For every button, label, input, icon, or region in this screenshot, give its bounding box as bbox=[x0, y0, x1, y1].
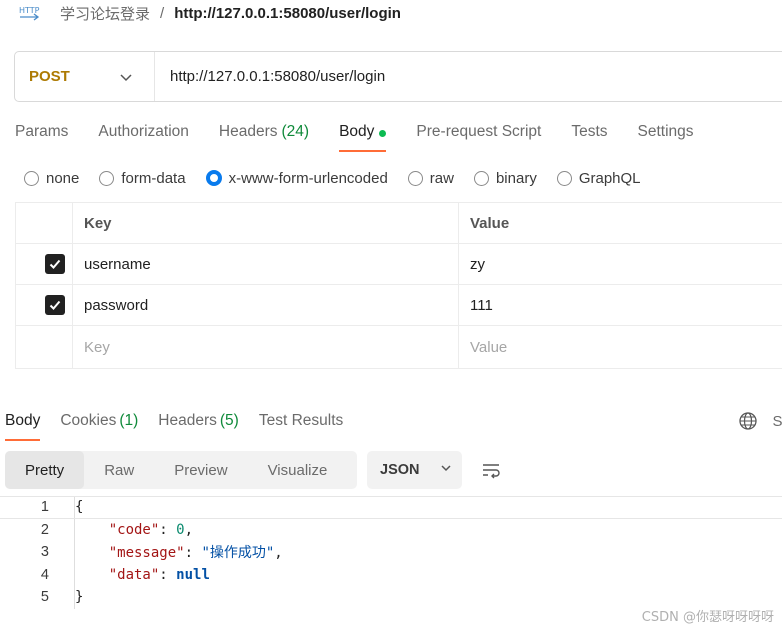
tab-tests[interactable]: Tests bbox=[571, 118, 607, 152]
table-row: password 111 bbox=[16, 285, 782, 326]
url-input[interactable]: http://127.0.0.1:58080/user/login bbox=[155, 68, 385, 85]
wrap-lines-icon[interactable] bbox=[480, 459, 502, 481]
format-label: JSON bbox=[380, 462, 420, 478]
tab-body[interactable]: Body bbox=[339, 118, 387, 152]
radio-graphql[interactable]: GraphQL bbox=[556, 170, 641, 187]
radio-form-data[interactable]: form-data bbox=[99, 170, 186, 187]
response-tabs: Body Cookies (1) Headers (5) Test Results … bbox=[5, 401, 782, 441]
code-line: 3 "message": "操作成功", bbox=[0, 541, 782, 564]
code-line: 1 { bbox=[0, 496, 782, 519]
radio-selected-icon bbox=[205, 170, 222, 186]
radio-binary[interactable]: binary bbox=[473, 170, 537, 187]
radio-circle-icon bbox=[473, 170, 489, 186]
form-params-table: Key Value username zy password 111 Key V… bbox=[15, 202, 782, 369]
param-key-cell[interactable]: username bbox=[73, 244, 459, 284]
tab-test-results[interactable]: Test Results bbox=[259, 401, 343, 441]
line-number: 4 bbox=[40, 566, 49, 583]
table-row-new: Key Value bbox=[16, 326, 782, 368]
globe-icon[interactable] bbox=[738, 411, 758, 431]
tab-params[interactable]: Params bbox=[15, 118, 68, 152]
tab-response-body[interactable]: Body bbox=[5, 401, 41, 441]
tab-settings[interactable]: Settings bbox=[638, 118, 694, 152]
request-url-bar: POST http://127.0.0.1:58080/user/login bbox=[14, 51, 782, 102]
param-key-cell[interactable]: password bbox=[73, 285, 459, 325]
radio-circle-icon bbox=[99, 170, 115, 186]
view-pretty[interactable]: Pretty bbox=[5, 451, 85, 489]
view-preview[interactable]: Preview bbox=[154, 451, 247, 489]
response-status-label: Sta bbox=[772, 412, 782, 430]
code-line: 4 "data": null bbox=[0, 563, 782, 586]
code-line: 2 "code": 0, bbox=[0, 518, 782, 541]
view-visualize[interactable]: Visualize bbox=[248, 451, 348, 489]
line-number: 1 bbox=[40, 499, 49, 516]
http-request-icon: HTTP bbox=[18, 3, 42, 23]
body-indicator-dot-icon bbox=[379, 130, 387, 137]
chevron-down-icon bbox=[440, 462, 452, 478]
new-key-input[interactable]: Key bbox=[73, 326, 459, 368]
body-type-options: none form-data x-www-form-urlencoded raw… bbox=[24, 167, 661, 189]
response-body-code[interactable]: 1 { 2 "code": 0, 3 "message": "操作成功", 4 … bbox=[0, 496, 782, 609]
svg-text:HTTP: HTTP bbox=[19, 6, 40, 15]
method-select[interactable]: POST bbox=[15, 52, 155, 101]
new-value-input[interactable]: Value bbox=[459, 326, 782, 368]
watermark: CSDN @你瑟呀呀呀呀 bbox=[641, 610, 774, 625]
response-view-toolbar: Pretty Raw Preview Visualize JSON bbox=[5, 451, 502, 489]
param-value-cell[interactable]: 111 bbox=[459, 285, 782, 325]
chevron-down-icon bbox=[119, 70, 133, 84]
radio-none[interactable]: none bbox=[24, 170, 79, 187]
line-number: 2 bbox=[40, 521, 49, 538]
param-value-cell[interactable]: zy bbox=[459, 244, 782, 284]
tab-authorization[interactable]: Authorization bbox=[98, 118, 188, 152]
radio-raw[interactable]: raw bbox=[407, 170, 454, 187]
column-header-value: Value bbox=[470, 214, 510, 232]
checkmark-icon bbox=[49, 300, 61, 310]
table-row: username zy bbox=[16, 244, 782, 285]
checkmark-icon bbox=[49, 259, 61, 269]
breadcrumb-collection[interactable]: 学习论坛登录 bbox=[60, 3, 150, 24]
view-raw[interactable]: Raw bbox=[84, 451, 154, 489]
row-enabled-checkbox[interactable] bbox=[45, 254, 65, 274]
row-enabled-checkbox[interactable] bbox=[45, 295, 65, 315]
tab-response-cookies[interactable]: Cookies (1) bbox=[60, 401, 138, 441]
tab-response-headers[interactable]: Headers (5) bbox=[158, 401, 239, 441]
line-number: 5 bbox=[40, 589, 49, 606]
line-number: 3 bbox=[40, 544, 49, 561]
tab-headers[interactable]: Headers (24) bbox=[219, 118, 309, 152]
tab-pre-request-script[interactable]: Pre-request Script bbox=[416, 118, 541, 152]
radio-circle-icon bbox=[556, 170, 572, 186]
radio-x-www-form-urlencoded[interactable]: x-www-form-urlencoded bbox=[205, 170, 388, 187]
request-tabs: Params Authorization Headers (24) Body Pr… bbox=[15, 118, 724, 154]
table-header-row: Key Value bbox=[16, 203, 782, 244]
radio-circle-icon bbox=[24, 170, 39, 186]
method-label: POST bbox=[29, 68, 70, 85]
breadcrumb: HTTP 学习论坛登录 / http://127.0.0.1:58080/use… bbox=[18, 0, 401, 26]
headers-count: (24) bbox=[281, 123, 310, 140]
format-select[interactable]: JSON bbox=[367, 451, 462, 489]
view-mode-segmented: Pretty Raw Preview Visualize bbox=[5, 451, 357, 489]
breadcrumb-separator: / bbox=[160, 4, 165, 22]
column-header-key: Key bbox=[73, 203, 459, 243]
breadcrumb-request-name[interactable]: http://127.0.0.1:58080/user/login bbox=[174, 5, 401, 22]
radio-circle-icon bbox=[407, 170, 423, 186]
